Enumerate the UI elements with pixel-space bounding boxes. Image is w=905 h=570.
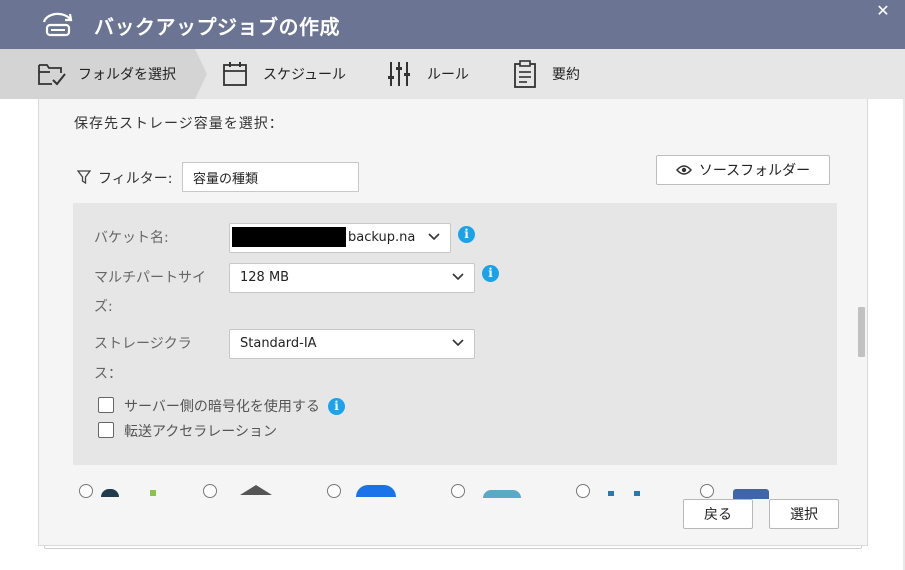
bucket-info-icon[interactable]: i bbox=[458, 226, 475, 243]
close-icon[interactable]: ✕ bbox=[874, 2, 892, 20]
folder-check-icon bbox=[38, 64, 66, 86]
step-label: ルール bbox=[427, 67, 469, 83]
filter-icon bbox=[77, 170, 91, 184]
encryption-info-icon[interactable]: i bbox=[328, 398, 345, 415]
provider-logo bbox=[356, 485, 396, 497]
provider-logo bbox=[101, 489, 119, 497]
panel-bottom-edge bbox=[44, 546, 862, 549]
panel-scrollbar-thumb[interactable] bbox=[858, 307, 865, 357]
chevron-down-icon bbox=[428, 233, 440, 241]
multipart-size-label: マルチパートサイ bbox=[94, 270, 206, 286]
chevron-down-icon bbox=[452, 339, 464, 347]
provider-logo bbox=[733, 489, 769, 499]
provider-radio[interactable] bbox=[451, 484, 465, 498]
back-button[interactable]: 戻る bbox=[683, 499, 753, 529]
multipart-info-icon[interactable]: i bbox=[482, 265, 499, 282]
title-bar: バックアップジョブの作成 ✕ bbox=[0, 0, 905, 49]
sliders-icon bbox=[388, 62, 410, 86]
storage-class-select[interactable]: Standard-IA bbox=[229, 329, 475, 359]
background-left bbox=[0, 99, 38, 570]
step-summary[interactable]: 要約 bbox=[510, 49, 580, 99]
step-bar: フォルダを選択 スケジュール ルール 要約 bbox=[0, 49, 905, 99]
bucket-name-select[interactable]: backup.na bbox=[229, 223, 451, 253]
section-title: 保存先ストレージ容量を選択： bbox=[74, 116, 284, 132]
redacted-text bbox=[232, 226, 346, 247]
bucket-name-value: backup.na bbox=[348, 230, 416, 245]
provider-logo bbox=[483, 490, 521, 498]
server-side-encryption-checkbox[interactable] bbox=[98, 397, 114, 413]
background-right bbox=[868, 99, 903, 570]
provider-logo bbox=[150, 490, 156, 496]
provider-radio[interactable] bbox=[203, 484, 217, 498]
backup-drive-icon bbox=[42, 12, 73, 37]
transfer-acceleration-checkbox[interactable] bbox=[98, 422, 114, 438]
storage-class-label: ストレージクラ bbox=[94, 336, 192, 352]
volume-type-filter-input[interactable] bbox=[182, 162, 359, 192]
filter-label: フィルター: bbox=[98, 171, 173, 187]
step-label: 要約 bbox=[552, 67, 580, 83]
multipart-size-label-cont: ズ: bbox=[94, 299, 113, 315]
bucket-name-label: バケット名: bbox=[94, 230, 169, 246]
provider-radio[interactable] bbox=[79, 484, 93, 498]
multipart-size-value: 128 MB bbox=[240, 270, 290, 285]
provider-radio[interactable] bbox=[327, 484, 341, 498]
provider-radio[interactable] bbox=[576, 484, 590, 498]
chevron-down-icon bbox=[452, 273, 464, 281]
step-label: スケジュール bbox=[263, 67, 347, 83]
provider-radio[interactable] bbox=[700, 484, 714, 498]
active-step-arrow bbox=[195, 49, 207, 99]
multipart-size-select[interactable]: 128 MB bbox=[229, 263, 475, 293]
transfer-acceleration-label: 転送アクセラレーション bbox=[124, 424, 278, 440]
storage-class-label-cont: ス： bbox=[94, 366, 122, 382]
calendar-icon bbox=[223, 62, 247, 86]
window-title: バックアップジョブの作成 bbox=[94, 15, 340, 39]
step-schedule[interactable]: スケジュール bbox=[221, 49, 346, 99]
source-folder-button[interactable]: ソースフォルダー bbox=[656, 155, 830, 185]
step-select-folder[interactable]: フォルダを選択 bbox=[36, 49, 176, 99]
clipboard-icon bbox=[514, 60, 536, 88]
step-rules[interactable]: ルール bbox=[385, 49, 469, 99]
step-label: フォルダを選択 bbox=[78, 67, 176, 83]
provider-logo bbox=[634, 491, 640, 496]
select-button[interactable]: 選択 bbox=[769, 499, 839, 529]
provider-logo bbox=[608, 491, 614, 496]
storage-class-value: Standard-IA bbox=[240, 336, 317, 351]
server-side-encryption-label: サーバー側の暗号化を使用する bbox=[124, 399, 320, 415]
source-folder-label: ソースフォルダー bbox=[698, 163, 811, 179]
eye-icon bbox=[675, 165, 692, 175]
